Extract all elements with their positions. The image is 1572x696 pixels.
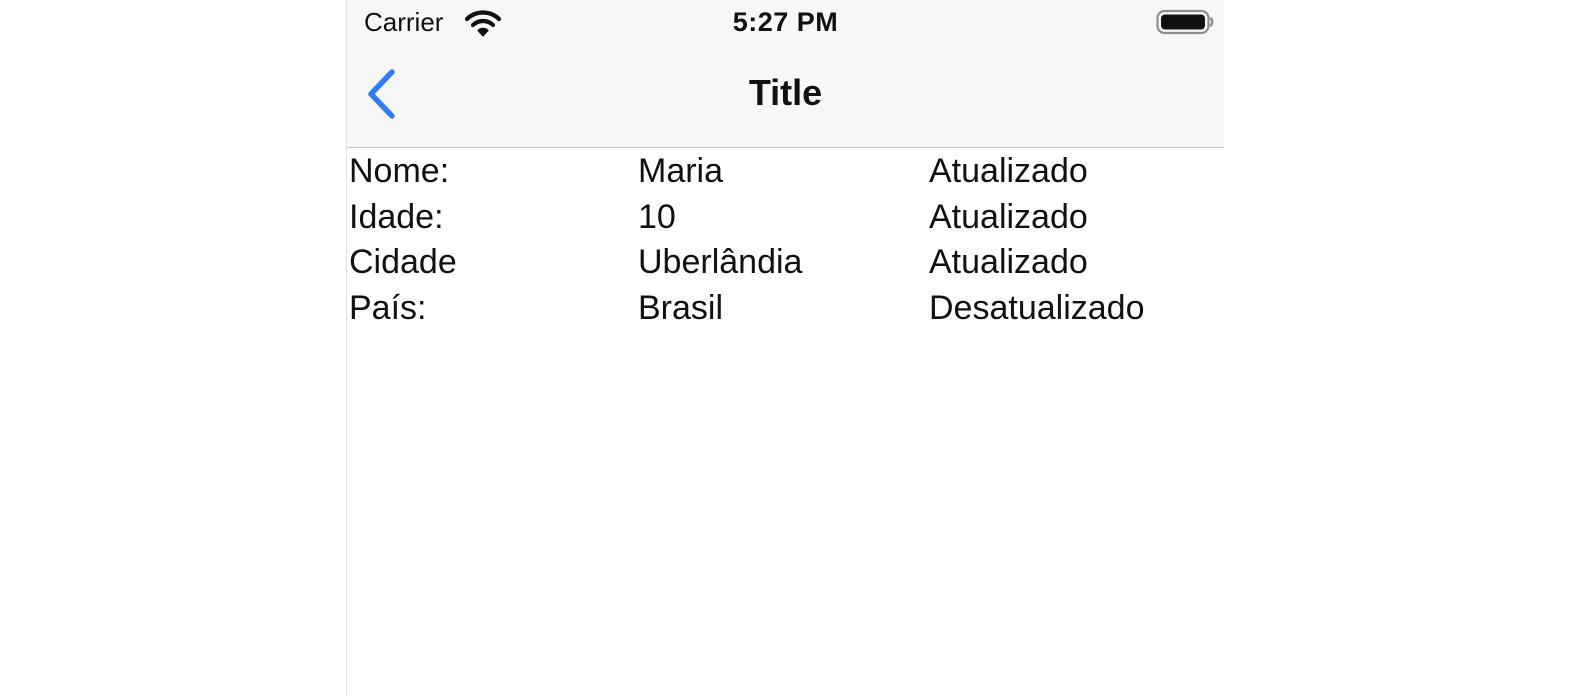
row-label: Cidade (349, 243, 457, 281)
row-status: Atualizado (929, 152, 1088, 190)
row-status: Desatualizado (929, 288, 1145, 327)
row-label: Idade: (349, 197, 444, 236)
info-row-city: Cidade Uberlândia Atualizado (347, 239, 1224, 285)
row-value: Maria (638, 152, 724, 190)
info-table: Nome: Maria Atualizado Idade: 10 Atualiz… (347, 148, 1224, 330)
info-row-age: Idade: 10 Atualizado (347, 194, 1224, 240)
info-row-country: País: Brasil Desatualizado (347, 285, 1224, 331)
status-bar: Carrier 5:27 PM (347, 0, 1224, 44)
page: Carrier 5:27 PM Title Nome: Maria Atuali… (0, 0, 1572, 696)
row-value: Uberlândia (638, 243, 803, 281)
top-bar: Carrier 5:27 PM Title (347, 0, 1224, 148)
navigation-bar: Title (347, 44, 1224, 148)
row-value: Brasil (638, 288, 724, 327)
info-row-name: Nome: Maria Atualizado (347, 148, 1224, 194)
app-screen: Carrier 5:27 PM Title Nome: Maria Atuali… (346, 0, 1224, 696)
battery-full-icon (1156, 8, 1214, 36)
nav-title: Title (748, 72, 823, 113)
row-value: 10 (638, 197, 676, 236)
row-status: Atualizado (929, 197, 1088, 236)
row-label: País: (349, 288, 427, 327)
row-status: Atualizado (929, 243, 1088, 281)
status-time: 5:27 PM (732, 7, 839, 37)
row-label: Nome: (349, 152, 450, 190)
